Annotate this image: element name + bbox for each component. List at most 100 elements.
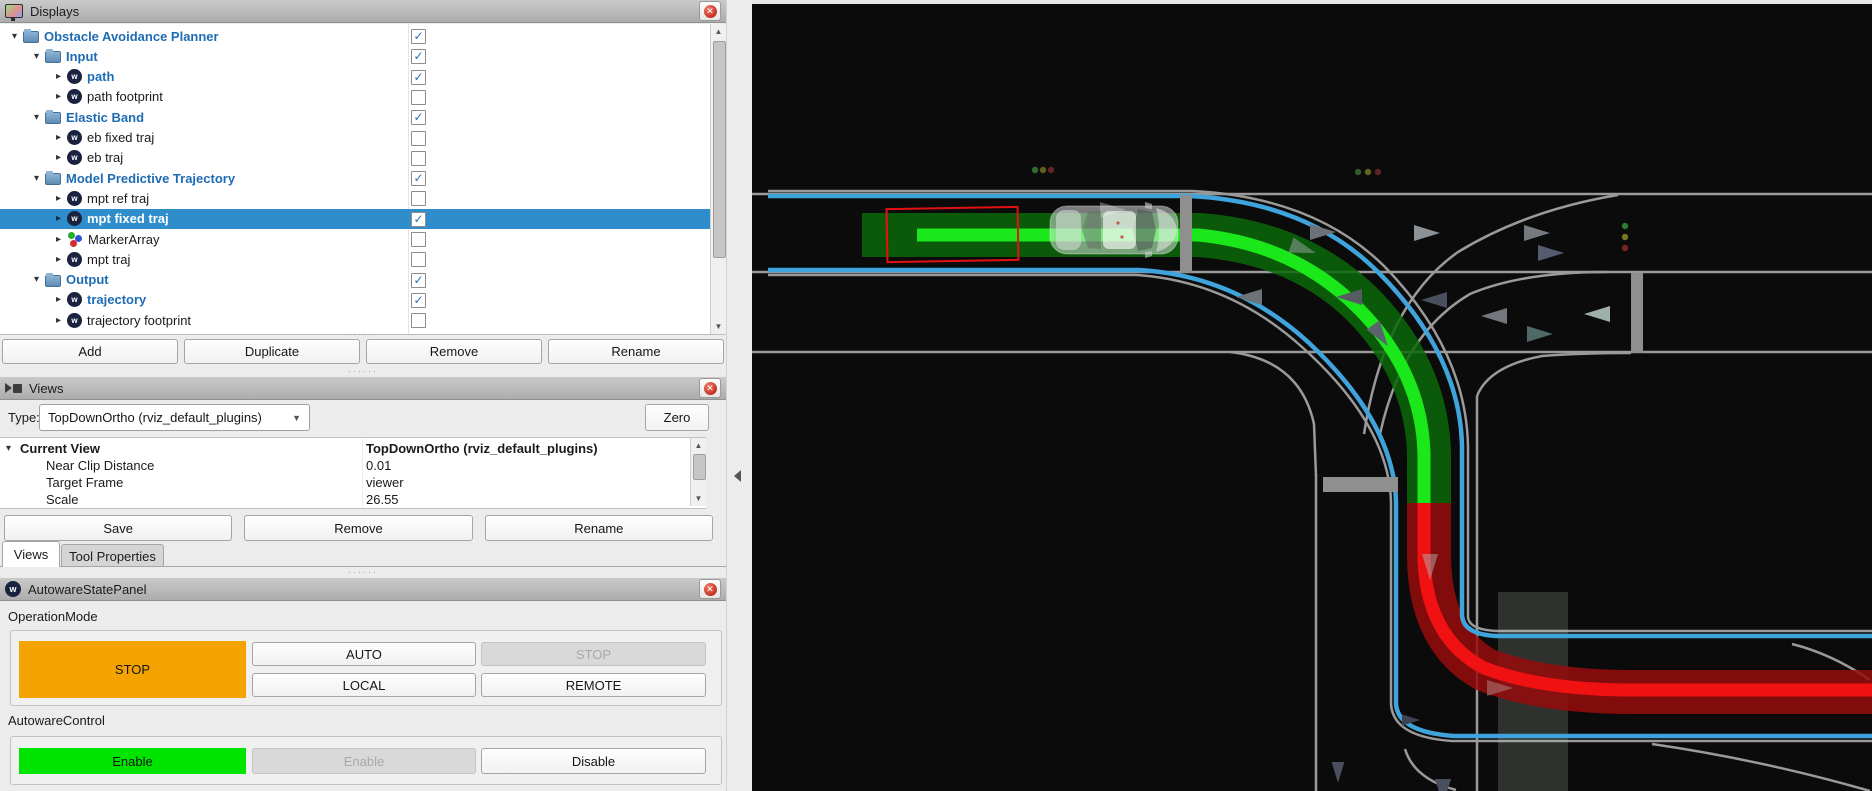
splitter-handle[interactable]: ······ xyxy=(0,332,726,338)
splitter-handle[interactable]: ······ xyxy=(0,369,726,375)
expander-icon[interactable]: ▾ xyxy=(30,112,43,123)
tree-row-trajectory[interactable]: ▸wtrajectory✓ xyxy=(0,290,726,310)
expander-icon[interactable]: ▸ xyxy=(52,294,65,305)
enable-checkbox[interactable]: ✓ xyxy=(411,293,426,308)
tree-row-trajectory-footprint[interactable]: ▸wtrajectory footprint xyxy=(0,310,726,330)
tree-item-label: Obstacle Avoidance Planner xyxy=(44,29,219,44)
scrollbar-thumb[interactable] xyxy=(713,41,726,258)
tree-row-input[interactable]: ▾Input✓ xyxy=(0,46,726,66)
tree-item-label: mpt traj xyxy=(87,252,130,267)
enable-checkbox[interactable]: ✓ xyxy=(411,49,426,64)
displays-remove-button[interactable]: Remove xyxy=(366,339,542,364)
autoware-logo-icon: w xyxy=(5,581,21,597)
displays-duplicate-button[interactable]: Duplicate xyxy=(184,339,360,364)
autoware-display-icon: w xyxy=(67,89,82,104)
splitter-handle[interactable]: ······ xyxy=(0,570,726,576)
expander-icon[interactable]: ▸ xyxy=(52,152,65,163)
views-close-button[interactable]: ✕ xyxy=(699,378,721,398)
tree-row-model-predictive-trajectory[interactable]: ▾Model Predictive Trajectory✓ xyxy=(0,168,726,188)
expander-icon[interactable]: ▾ xyxy=(6,443,11,454)
property-value[interactable]: viewer xyxy=(366,475,404,490)
tree-row-path[interactable]: ▸wpath✓ xyxy=(0,67,726,87)
displays-add-button[interactable]: Add xyxy=(2,339,178,364)
displays-rename-button[interactable]: Rename xyxy=(548,339,724,364)
expander-icon[interactable]: ▸ xyxy=(52,91,65,102)
views-remove-button[interactable]: Remove xyxy=(244,515,472,541)
tree-row-obstacle-avoidance-planner[interactable]: ▾ Obstacle Avoidance Planner ✓ xyxy=(0,26,718,46)
enable-checkbox[interactable]: ✓ xyxy=(411,273,426,288)
remote-button[interactable]: REMOTE xyxy=(481,673,706,697)
enable-checkbox[interactable] xyxy=(411,252,426,267)
scroll-down-icon[interactable]: ▼ xyxy=(691,491,706,506)
tree-row-eb-fixed-traj[interactable]: ▸web fixed traj xyxy=(0,128,726,148)
panel-splitter[interactable] xyxy=(726,0,753,791)
property-value[interactable]: 26.55 xyxy=(366,492,399,507)
zero-button[interactable]: Zero xyxy=(645,404,709,431)
views-scrollbar[interactable]: ▲ ▼ xyxy=(690,438,706,506)
folder-icon xyxy=(45,275,61,287)
tree-item-label: trajectory xyxy=(87,292,146,307)
scrollbar-thumb[interactable] xyxy=(693,454,706,480)
tree-row-mpt-ref-traj[interactable]: ▸wmpt ref traj xyxy=(0,188,726,208)
left-panel-column: Displays ✕ ▾Obstacle Avoidance Planner✓▾… xyxy=(0,0,726,791)
tree-item-label: path xyxy=(87,69,114,84)
enable-checkbox[interactable] xyxy=(411,131,426,146)
enable-checkbox[interactable] xyxy=(411,151,426,166)
expander-icon[interactable]: ▾ xyxy=(30,173,43,184)
local-button[interactable]: LOCAL xyxy=(252,673,476,697)
tree-row-output[interactable]: ▾Output✓ xyxy=(0,270,726,290)
expander-icon[interactable]: ▸ xyxy=(52,254,65,265)
autoware-panel-titlebar[interactable]: w AutowareStatePanel ✕ xyxy=(0,578,726,601)
expander-icon[interactable]: ▾ xyxy=(30,51,43,62)
views-panel-titlebar[interactable]: Views ✕ xyxy=(0,377,726,400)
tab-tool-properties[interactable]: Tool Properties xyxy=(61,544,164,567)
enable-checkbox[interactable] xyxy=(411,90,426,105)
expander-icon[interactable]: ▸ xyxy=(52,71,65,82)
tree-row-elastic-band[interactable]: ▾Elastic Band✓ xyxy=(0,107,726,127)
property-value[interactable]: TopDownOrtho (rviz_default_plugins) xyxy=(366,441,598,456)
expander-icon[interactable]: ▸ xyxy=(52,234,65,245)
traffic-light-dot xyxy=(1622,234,1628,240)
tab-views[interactable]: Views xyxy=(2,541,60,567)
enable-checkbox[interactable]: ✓ xyxy=(411,171,426,186)
scroll-up-icon[interactable]: ▲ xyxy=(711,24,726,39)
property-row-current-view[interactable]: ▾Current ViewTopDownOrtho (rviz_default_… xyxy=(0,440,690,457)
tree-row-markerarray[interactable]: ▸ MarkerArray xyxy=(0,229,726,249)
scroll-up-icon[interactable]: ▲ xyxy=(691,438,706,453)
enable-checkbox[interactable] xyxy=(411,232,426,247)
autoware-close-button[interactable]: ✕ xyxy=(699,579,721,599)
traffic-light-dot xyxy=(1365,169,1371,175)
expander-icon[interactable]: ▸ xyxy=(52,132,65,143)
expander-icon[interactable]: ▾ xyxy=(30,274,43,285)
displays-panel-titlebar[interactable]: Displays ✕ xyxy=(0,0,726,23)
property-row-near-clip-distance[interactable]: Near Clip Distance0.01 xyxy=(0,457,690,474)
displays-scrollbar[interactable]: ▲ ▼ xyxy=(710,24,726,334)
enable-checkbox[interactable]: ✓ xyxy=(411,110,426,125)
enable-checkbox[interactable]: ✓ xyxy=(411,70,426,85)
enable-checkbox[interactable]: ✓ xyxy=(411,212,426,227)
expander-icon[interactable]: ▾ xyxy=(8,31,21,42)
expander-icon[interactable]: ▸ xyxy=(52,193,65,204)
displays-close-button[interactable]: ✕ xyxy=(699,1,721,21)
auto-button[interactable]: AUTO xyxy=(252,642,476,666)
enable-checkbox[interactable] xyxy=(411,191,426,206)
views-save-button[interactable]: Save xyxy=(4,515,232,541)
tree-row-mpt-traj[interactable]: ▸wmpt traj xyxy=(0,249,726,269)
expander-icon[interactable]: ▸ xyxy=(52,315,65,326)
tree-item-label: MarkerArray xyxy=(88,232,160,247)
disable-button[interactable]: Disable xyxy=(481,748,706,774)
view-type-dropdown[interactable]: TopDownOrtho (rviz_default_plugins) ▼ xyxy=(39,404,310,431)
stop-line xyxy=(1631,273,1643,353)
expander-icon[interactable]: ▸ xyxy=(52,213,65,224)
property-row-scale[interactable]: Scale26.55 xyxy=(0,491,690,508)
views-rename-button[interactable]: Rename xyxy=(485,515,713,541)
enable-checkbox[interactable]: ✓ xyxy=(411,29,426,44)
enable-checkbox[interactable] xyxy=(411,313,426,328)
property-row-target-frame[interactable]: Target Frameviewer xyxy=(0,474,690,491)
tree-row-mpt-fixed-traj[interactable]: ▸wmpt fixed traj✓ xyxy=(0,209,726,229)
tree-row-eb-traj[interactable]: ▸web traj xyxy=(0,148,726,168)
property-value[interactable]: 0.01 xyxy=(366,458,391,473)
tree-row-path-footprint[interactable]: ▸wpath footprint xyxy=(0,87,726,107)
collapse-left-icon[interactable] xyxy=(734,470,741,482)
render-view[interactable] xyxy=(752,0,1872,791)
